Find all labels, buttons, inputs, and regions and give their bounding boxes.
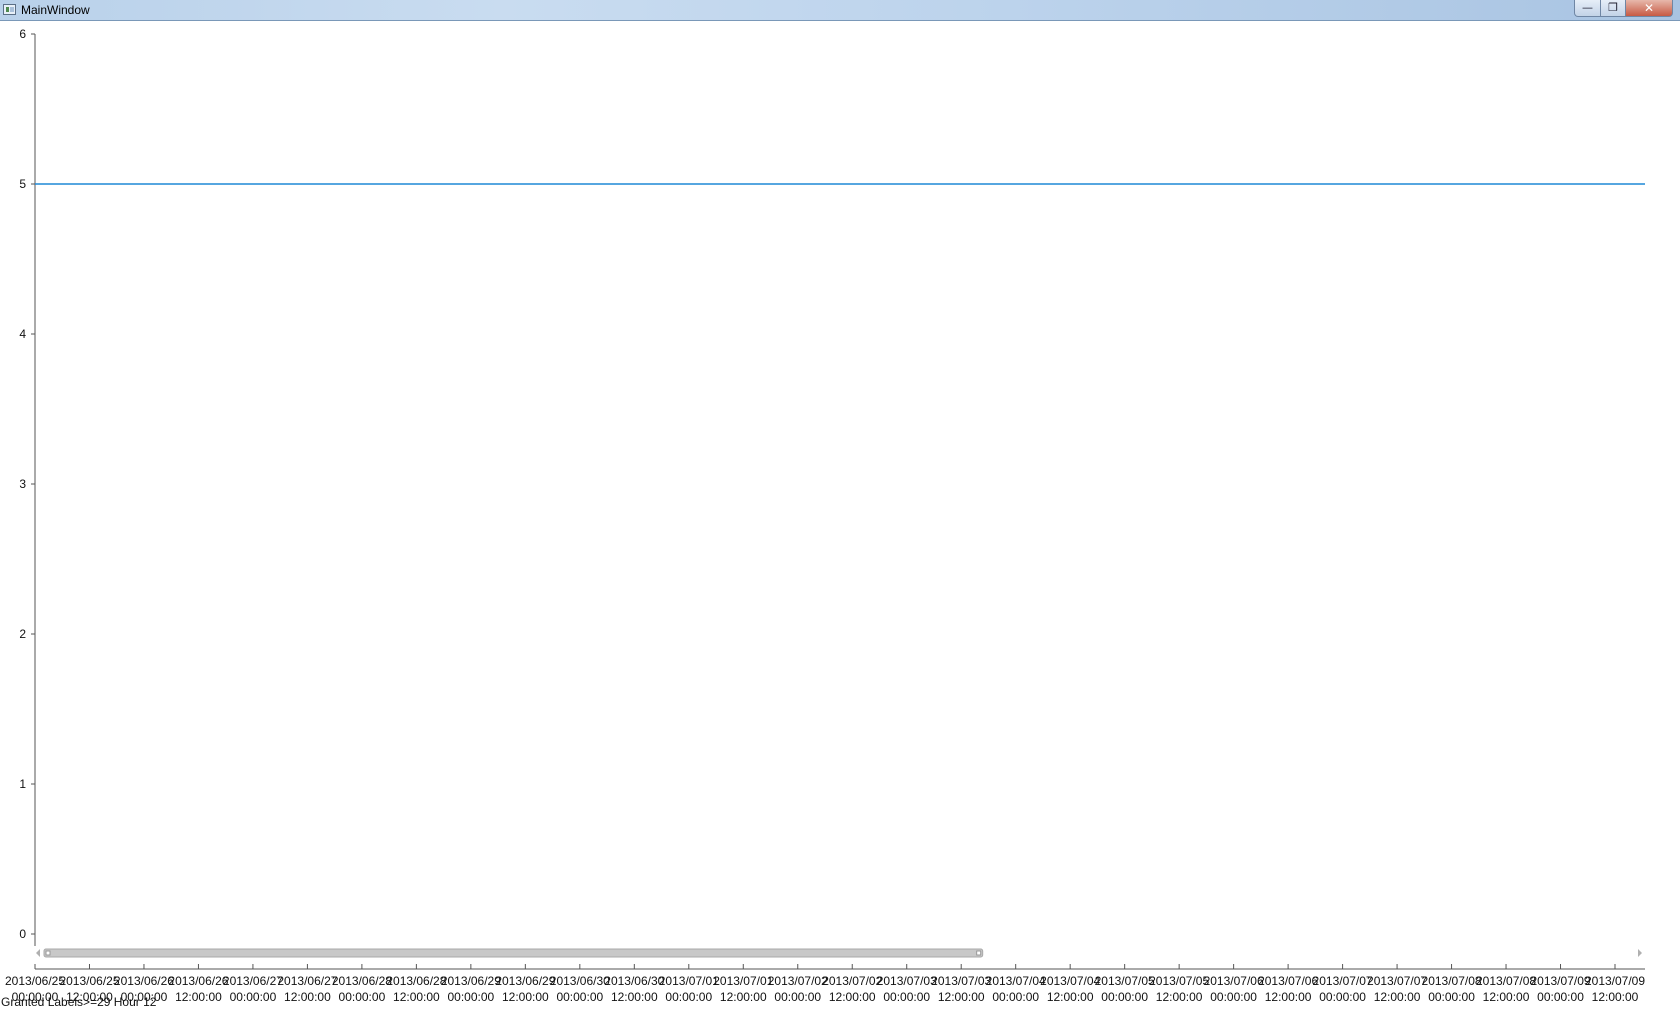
x-tick-date-label: 2013/06/26 bbox=[168, 974, 228, 988]
x-tick-time-label: 00:00:00 bbox=[230, 990, 277, 1004]
scrollbar-thumb-right-grip bbox=[976, 950, 982, 956]
x-tick-date-label: 2013/06/29 bbox=[495, 974, 555, 988]
x-tick-time-label: 12:00:00 bbox=[1374, 990, 1421, 1004]
y-tick-label: 1 bbox=[19, 777, 26, 791]
x-tick-time-label: 00:00:00 bbox=[992, 990, 1039, 1004]
scrollbar-thumb[interactable] bbox=[43, 948, 984, 958]
y-tick-label: 4 bbox=[19, 327, 26, 341]
x-tick-time-label: 12:00:00 bbox=[284, 990, 331, 1004]
minimize-button[interactable]: — bbox=[1574, 0, 1601, 17]
y-tick-label: 3 bbox=[19, 477, 26, 491]
x-tick-time-label: 00:00:00 bbox=[1319, 990, 1366, 1004]
x-tick-time-label: 00:00:00 bbox=[1101, 990, 1148, 1004]
x-tick-date-label: 2013/06/30 bbox=[550, 974, 610, 988]
y-tick-label: 6 bbox=[19, 27, 26, 41]
x-tick-date-label: 2013/06/25 bbox=[5, 974, 65, 988]
x-tick-date-label: 2013/06/28 bbox=[386, 974, 446, 988]
x-tick-date-label: 2013/07/08 bbox=[1476, 974, 1536, 988]
x-tick-time-label: 00:00:00 bbox=[1537, 990, 1584, 1004]
x-tick-date-label: 2013/06/27 bbox=[223, 974, 283, 988]
x-tick-time-label: 12:00:00 bbox=[1156, 990, 1203, 1004]
x-tick-time-label: 12:00:00 bbox=[720, 990, 767, 1004]
x-tick-time-label: 00:00:00 bbox=[883, 990, 930, 1004]
x-tick-time-label: 12:00:00 bbox=[1265, 990, 1312, 1004]
x-tick-date-label: 2013/07/05 bbox=[1149, 974, 1209, 988]
x-tick-date-label: 2013/07/07 bbox=[1313, 974, 1373, 988]
x-tick-date-label: 2013/07/09 bbox=[1530, 974, 1590, 988]
x-tick-date-label: 2013/06/28 bbox=[332, 974, 392, 988]
x-tick-date-label: 2013/07/02 bbox=[768, 974, 828, 988]
x-tick-time-label: 00:00:00 bbox=[1210, 990, 1257, 1004]
y-axis: 0 1 2 3 4 5 6 bbox=[19, 27, 36, 946]
x-tick-date-label: 2013/07/06 bbox=[1204, 974, 1264, 988]
x-tick-time-label: 00:00:00 bbox=[1428, 990, 1475, 1004]
x-tick-date-label: 2013/07/09 bbox=[1585, 974, 1645, 988]
x-tick-date-label: 2013/07/05 bbox=[1095, 974, 1155, 988]
x-tick-time-label: 12:00:00 bbox=[829, 990, 876, 1004]
scroll-right-arrow-icon bbox=[1638, 949, 1642, 957]
x-tick-date-label: 2013/06/25 bbox=[59, 974, 119, 988]
status-text: Granted Labels>=29 Hour 12 bbox=[1, 995, 157, 1009]
x-tick-date-label: 2013/06/30 bbox=[604, 974, 664, 988]
chart-area: 0 1 2 3 4 5 6 2013/06/25 00:00:00 2013/06/25 12:0… bbox=[5, 27, 1645, 1004]
app-window-icon bbox=[3, 4, 16, 15]
x-tick-time-label: 00:00:00 bbox=[448, 990, 495, 1004]
x-tick-date-label: 2013/07/03 bbox=[931, 974, 991, 988]
y-tick-label: 5 bbox=[19, 177, 26, 191]
x-axis: 2013/06/2500:00:002013/06/2512:00:002013… bbox=[5, 964, 1645, 1004]
x-tick-date-label: 2013/07/08 bbox=[1422, 974, 1482, 988]
x-tick-time-label: 12:00:00 bbox=[611, 990, 658, 1004]
maximize-button[interactable]: ❐ bbox=[1600, 0, 1626, 17]
x-tick-date-label: 2013/07/04 bbox=[1040, 974, 1100, 988]
y-tick-label: 0 bbox=[19, 927, 26, 941]
y-tick-label: 2 bbox=[19, 627, 26, 641]
x-tick-time-label: 12:00:00 bbox=[1483, 990, 1530, 1004]
x-tick-date-label: 2013/07/07 bbox=[1367, 974, 1427, 988]
x-tick-date-label: 2013/07/04 bbox=[986, 974, 1046, 988]
x-tick-date-label: 2013/07/01 bbox=[713, 974, 773, 988]
close-button[interactable]: ✕ bbox=[1625, 0, 1673, 17]
x-tick-date-label: 2013/06/29 bbox=[441, 974, 501, 988]
x-tick-date-label: 2013/06/26 bbox=[114, 974, 174, 988]
scroll-left-arrow-icon bbox=[36, 949, 40, 957]
x-tick-time-label: 12:00:00 bbox=[393, 990, 440, 1004]
window-title: MainWindow bbox=[21, 3, 90, 17]
x-tick-date-label: 2013/06/27 bbox=[277, 974, 337, 988]
title-bar: MainWindow — ❐ ✕ bbox=[0, 0, 1680, 21]
x-tick-date-label: 2013/07/01 bbox=[659, 974, 719, 988]
x-tick-date-label: 2013/07/03 bbox=[877, 974, 937, 988]
x-tick-time-label: 00:00:00 bbox=[774, 990, 821, 1004]
scrollbar-thumb-left-grip bbox=[45, 950, 51, 956]
x-tick-time-label: 12:00:00 bbox=[1047, 990, 1094, 1004]
x-tick-date-label: 2013/07/06 bbox=[1258, 974, 1318, 988]
x-tick-time-label: 12:00:00 bbox=[1592, 990, 1639, 1004]
x-tick-time-label: 12:00:00 bbox=[175, 990, 222, 1004]
x-tick-date-label: 2013/07/02 bbox=[822, 974, 882, 988]
x-tick-time-label: 12:00:00 bbox=[938, 990, 985, 1004]
x-tick-time-label: 00:00:00 bbox=[339, 990, 386, 1004]
horizontal-scrollbar[interactable] bbox=[36, 948, 1642, 958]
x-tick-time-label: 00:00:00 bbox=[665, 990, 712, 1004]
x-tick-time-label: 12:00:00 bbox=[502, 990, 549, 1004]
x-tick-time-label: 00:00:00 bbox=[556, 990, 603, 1004]
